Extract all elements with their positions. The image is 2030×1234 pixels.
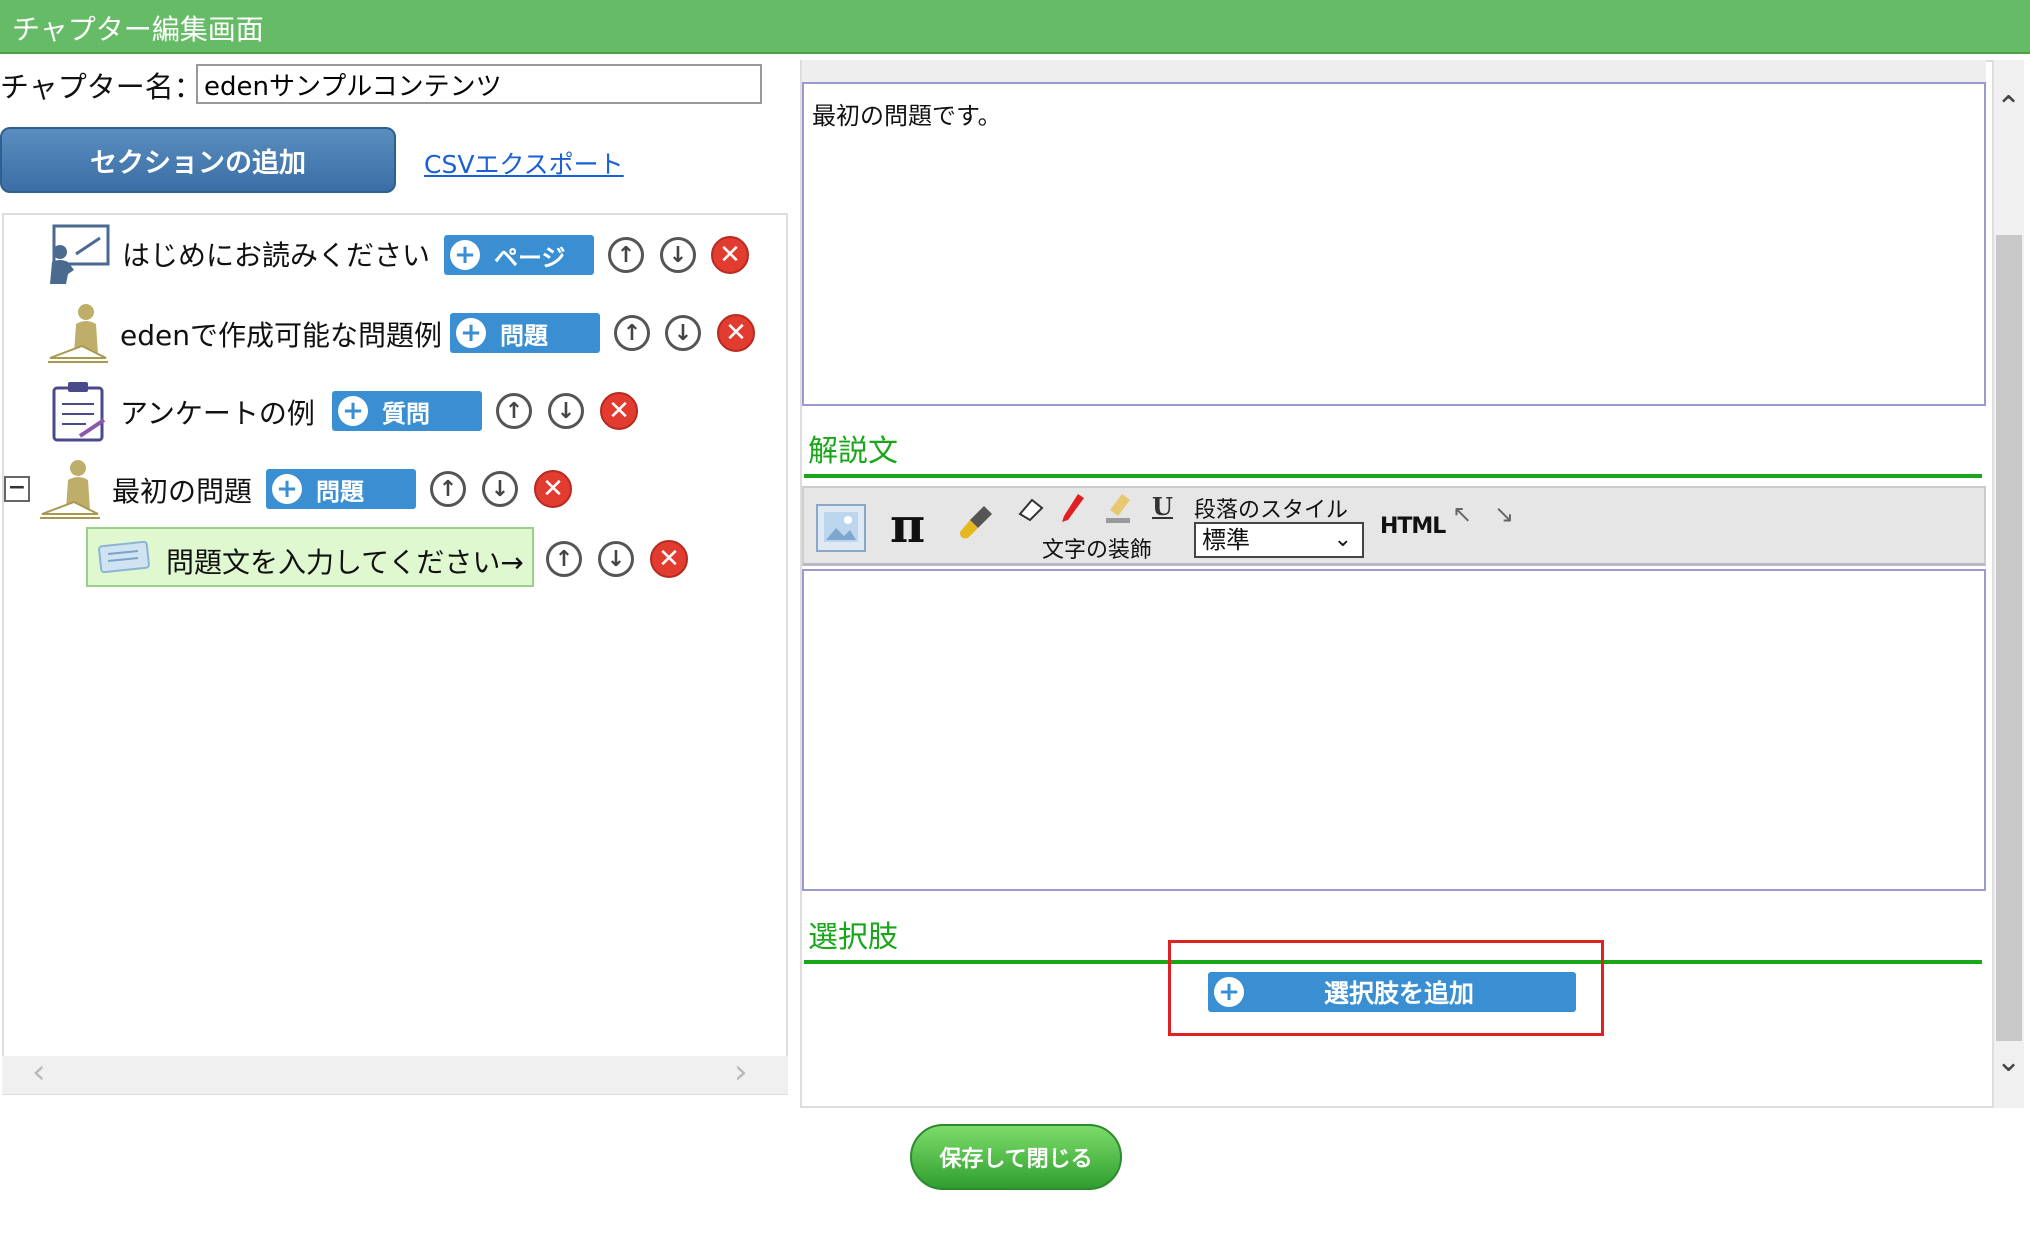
close-icon: ✕ — [658, 544, 680, 574]
text-color-icon[interactable] — [1058, 492, 1088, 530]
chevron-down-icon[interactable]: ⌄ — [1996, 1044, 2021, 1079]
close-icon: ✕ — [608, 396, 630, 426]
tree-item-label[interactable]: はじめにお読みください — [122, 234, 430, 274]
chevron-up-icon[interactable]: ⌃ — [1996, 90, 2021, 125]
delete-button[interactable]: ✕ — [711, 236, 749, 274]
explanation-divider — [804, 474, 1982, 478]
move-up-button[interactable]: ↑ — [614, 315, 650, 351]
chevron-down-icon: ⌄ — [1333, 527, 1352, 552]
person-writing-icon — [46, 302, 110, 368]
question-text: 最初の問題です。 — [812, 102, 1002, 130]
explanation-title: 解説文 — [808, 434, 898, 469]
arrow-up-icon: ↑ — [554, 546, 574, 572]
move-down-button[interactable]: ↓ — [598, 541, 634, 577]
arrow-down-icon: ↓ — [606, 546, 626, 572]
tree-item-label[interactable]: アンケートの例 — [120, 392, 315, 432]
move-down-button[interactable]: ↓ — [548, 393, 584, 429]
underline-icon[interactable]: U — [1152, 492, 1173, 521]
explanation-text-editor[interactable] — [802, 569, 1986, 891]
highlight-annotation — [1168, 940, 1604, 1036]
move-up-button[interactable]: ↑ — [496, 393, 532, 429]
arrow-down-icon: ↓ — [673, 320, 693, 346]
tree-child-label[interactable]: 問題文を入力してください→ — [166, 541, 524, 581]
chapter-name-input[interactable] — [196, 64, 762, 104]
plus-icon: + — [272, 474, 302, 504]
save-and-close-button[interactable]: 保存して閉じる — [910, 1124, 1122, 1190]
insert-image-icon[interactable] — [816, 504, 866, 552]
chevron-right-icon[interactable]: › — [734, 1052, 748, 1092]
math-formula-icon[interactable]: π — [890, 498, 925, 554]
presentation-icon — [46, 224, 110, 290]
plus-icon: + — [338, 396, 368, 426]
arrow-up-icon: ↑ — [616, 242, 636, 268]
move-down-button[interactable]: ↓ — [665, 315, 701, 351]
person-writing-icon — [38, 458, 102, 524]
close-icon: ✕ — [542, 474, 564, 504]
delete-button[interactable]: ✕ — [534, 470, 572, 508]
clipboard-icon — [50, 380, 108, 446]
add-page-button[interactable]: + ページ — [444, 235, 594, 275]
plus-icon: + — [456, 318, 486, 348]
text-decoration-label: 文字の装飾 — [1042, 538, 1153, 563]
tree-item-label[interactable]: edenで作成可能な問題例 — [120, 314, 442, 354]
card-icon — [98, 540, 152, 578]
delete-button[interactable]: ✕ — [717, 314, 755, 352]
tree-horizontal-scrollbar[interactable] — [2, 1056, 788, 1094]
delete-button[interactable]: ✕ — [650, 540, 688, 578]
scrollbar-thumb[interactable] — [1996, 235, 2022, 1041]
arrow-up-icon: ↑ — [622, 320, 642, 346]
question-toolbar-cut-off — [802, 60, 1986, 82]
arrow-down-icon: ↓ — [490, 476, 510, 502]
move-up-button[interactable]: ↑ — [430, 471, 466, 507]
paragraph-style-label: 段落のスタイル — [1194, 498, 1349, 523]
arrow-up-icon: ↑ — [438, 476, 458, 502]
csv-export-link[interactable]: CSVエクスポート — [424, 145, 624, 181]
move-up-button[interactable]: ↑ — [546, 541, 582, 577]
close-icon: ✕ — [719, 240, 741, 270]
plus-icon: + — [450, 240, 480, 270]
arrow-down-icon: ↓ — [668, 242, 688, 268]
html-source-button[interactable]: HTML — [1380, 514, 1446, 539]
paragraph-style-select[interactable]: 標準 ⌄ — [1194, 522, 1364, 558]
add-question-button[interactable]: + 問題 — [266, 469, 416, 509]
paint-brush-icon[interactable] — [956, 502, 996, 546]
chapter-name-label: チャプター名： — [0, 70, 203, 104]
move-down-button[interactable]: ↓ — [482, 471, 518, 507]
window-title: チャプター編集画面 — [12, 13, 264, 46]
tree-item-label[interactable]: 最初の問題 — [112, 470, 252, 510]
close-icon: ✕ — [725, 318, 747, 348]
move-up-button[interactable]: ↑ — [608, 237, 644, 273]
move-down-button[interactable]: ↓ — [660, 237, 696, 273]
collapse-toggle[interactable]: − — [4, 476, 30, 502]
add-section-button[interactable]: セクションの追加 — [0, 127, 396, 193]
eraser-icon[interactable] — [1016, 494, 1046, 528]
choices-title: 選択肢 — [808, 920, 898, 955]
expand-icon[interactable]: ↖ — [1452, 500, 1472, 528]
highlight-marker-icon[interactable] — [1104, 492, 1134, 530]
title-bar: チャプター編集画面 — [0, 0, 2030, 54]
chevron-left-icon[interactable]: ‹ — [32, 1052, 46, 1092]
arrow-down-icon: ↓ — [556, 398, 576, 424]
arrow-up-icon: ↑ — [504, 398, 524, 424]
add-question-button[interactable]: + 問題 — [450, 313, 600, 353]
add-survey-question-button[interactable]: + 質問 — [332, 391, 482, 431]
paragraph-style-value: 標準 — [1202, 526, 1250, 554]
shrink-icon[interactable]: ↘ — [1494, 500, 1514, 528]
delete-button[interactable]: ✕ — [600, 392, 638, 430]
